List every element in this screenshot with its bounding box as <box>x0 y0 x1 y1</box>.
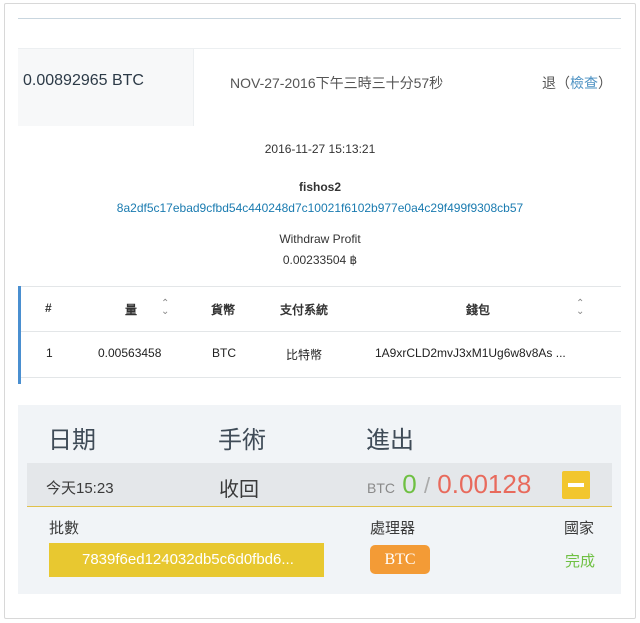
check-link[interactable]: 檢查 <box>570 75 598 91</box>
label-country: 國家 <box>564 520 595 537</box>
sort-icon[interactable]: ⌃ ⌄ <box>161 299 169 317</box>
detail-user: fishos2 <box>298 180 341 194</box>
detail-profit: 0.00233504 ฿ <box>282 253 358 267</box>
row-wallet[interactable]: 1A9xrCLD2mvJ3xM1Ug6w8v8As ... <box>375 346 566 360</box>
column-header-currency[interactable]: 貨幣 <box>211 301 235 318</box>
column-header-amount[interactable]: 量 <box>125 301 137 318</box>
entry-out: 0.00128 <box>437 469 532 499</box>
sort-icon[interactable]: ⌃ ⌄ <box>576 299 584 317</box>
column-header-index[interactable]: # <box>45 301 52 315</box>
minus-icon <box>568 483 584 487</box>
entry-in: 0 <box>402 469 417 499</box>
row-index: 1 <box>46 346 53 360</box>
history-row[interactable]: 今天15:23 收回 BTC 0 / 0.00128 <box>27 463 612 507</box>
detail-kind: Withdraw Profit <box>279 232 361 246</box>
detail-hash-link[interactable]: 8a2df5c17ebad9cfbd54c440248d7c10021f6102… <box>5 201 635 215</box>
entry-currency: BTC <box>367 480 395 496</box>
table-header: # 量 ⌃ ⌄ 貨幣 支付系統 錢包 ⌃ ⌄ <box>21 286 621 332</box>
entry-operation: 收回 <box>219 479 259 501</box>
entry-amounts: BTC 0 / 0.00128 <box>367 469 531 500</box>
header-date: 日期 <box>48 427 96 454</box>
status-paren-close: ） <box>598 75 612 91</box>
row-currency: BTC <box>212 346 236 360</box>
table-row[interactable]: 1 0.00563458 BTC 比特幣 1A9xrCLD2mvJ3xM1Ug6… <box>21 332 621 378</box>
payout-table: # 量 ⌃ ⌄ 貨幣 支付系統 錢包 ⌃ ⌄ 1 0.00563458 BTC 比特… <box>18 286 621 384</box>
entry-separator: / <box>423 473 431 498</box>
detail-timestamp: 2016-11-27 15:13:21 <box>264 142 376 156</box>
header-io: 進出 <box>366 427 414 454</box>
transaction-status: 退（檢查） <box>542 73 612 93</box>
divider <box>18 18 621 19</box>
label-processor: 處理器 <box>370 520 416 537</box>
entry-date: 今天15:23 <box>46 480 114 497</box>
transaction-row[interactable]: 0.00892965 BTC NOV-27-2016下午三時三十分57秒 退（檢… <box>18 48 621 126</box>
transaction-datetime: NOV-27-2016下午三時三十分57秒 <box>230 75 444 91</box>
collapse-button[interactable] <box>562 471 590 499</box>
batch-id-field[interactable]: 7839f6ed124032db5c6d0fbd6... <box>49 543 324 577</box>
status-paren-open: （ <box>556 75 570 91</box>
row-system: 比特幣 <box>286 348 323 362</box>
transaction-amount-cell: 0.00892965 BTC <box>18 49 194 126</box>
country-status: 完成 <box>565 553 596 570</box>
status-text: 退 <box>542 75 556 91</box>
btc-processor-badge: BTC <box>370 545 430 574</box>
column-header-wallet[interactable]: 錢包 <box>466 301 490 318</box>
label-batch: 批數 <box>49 520 80 537</box>
page-frame: 0.00892965 BTC NOV-27-2016下午三時三十分57秒 退（檢… <box>4 3 636 619</box>
transaction-amount: 0.00892965 BTC <box>23 72 144 89</box>
header-operation: 手術 <box>218 427 266 454</box>
history-panel: 日期 手術 進出 今天15:23 收回 BTC 0 / 0.00128 批數 處… <box>18 405 621 594</box>
row-amount: 0.00563458 <box>98 346 162 360</box>
column-header-system[interactable]: 支付系統 <box>280 301 328 318</box>
